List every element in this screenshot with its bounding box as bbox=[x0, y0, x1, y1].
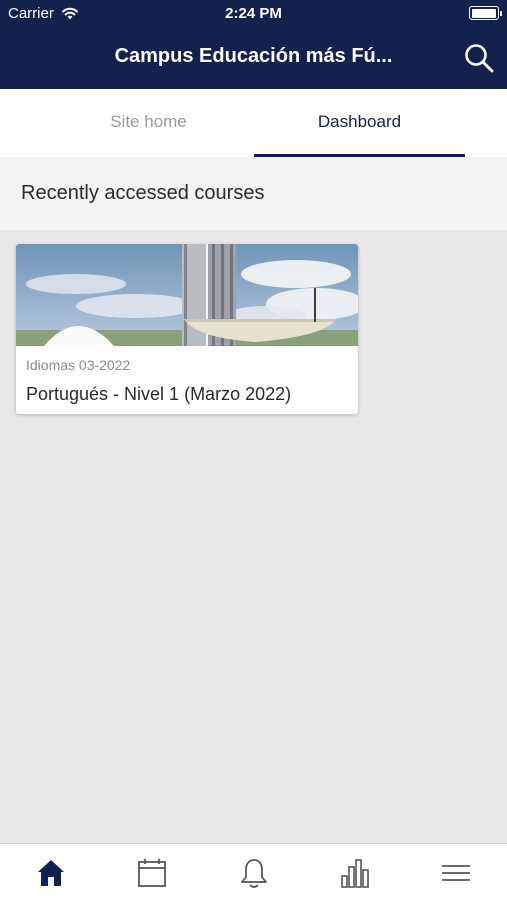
course-card[interactable]: Idiomas 03-2022 Portugués - Nivel 1 (Mar… bbox=[16, 244, 358, 414]
site-title: Campus Educación más Fú... bbox=[114, 45, 393, 67]
clock: 2:24 PM bbox=[225, 5, 282, 22]
section-title: Recently accessed courses bbox=[21, 182, 265, 204]
bar-chart-icon[interactable] bbox=[338, 856, 372, 890]
status-bar: Carrier 2:24 PM bbox=[0, 0, 507, 28]
bottom-nav bbox=[0, 843, 507, 900]
tab-site-home[interactable]: Site home bbox=[43, 89, 254, 157]
menu-icon[interactable] bbox=[439, 856, 473, 890]
search-icon[interactable] bbox=[463, 42, 495, 74]
battery-icon bbox=[469, 6, 502, 20]
bell-icon[interactable] bbox=[237, 856, 271, 890]
home-icon[interactable] bbox=[34, 856, 68, 890]
app-header: Campus Educación más Fú... bbox=[0, 28, 507, 89]
recent-courses-header: Recently accessed courses bbox=[0, 157, 507, 230]
tab-dashboard[interactable]: Dashboard bbox=[254, 89, 465, 157]
course-name[interactable]: Portugués - Nivel 1 (Marzo 2022) bbox=[26, 384, 291, 405]
calendar-icon[interactable] bbox=[135, 856, 169, 890]
course-category: Idiomas 03-2022 bbox=[26, 357, 131, 373]
tab-bar: Site home Dashboard bbox=[0, 89, 507, 157]
course-image bbox=[16, 244, 358, 346]
